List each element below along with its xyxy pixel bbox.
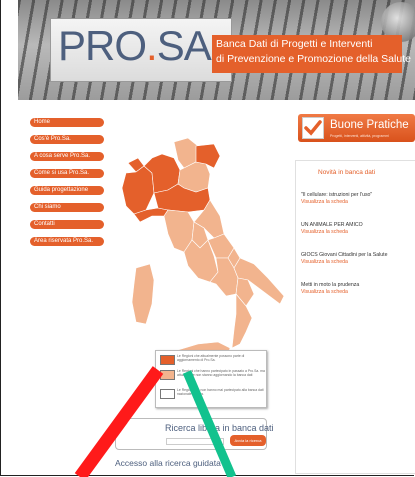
news-item-link[interactable]: Visualizza la scheda [301, 259, 415, 266]
sidebar-item-chi-siamo[interactable]: Chi siamo [30, 203, 104, 212]
news-item-link[interactable]: Visualizza la scheda [301, 229, 415, 236]
legend-swatch-active [160, 355, 175, 365]
news-item: GIOCS Giovani Cittadini per la Salute Vi… [301, 252, 415, 266]
search-input[interactable] [166, 438, 224, 445]
site-logo[interactable]: PRO.SA. [58, 22, 222, 70]
sidebar-item-contatti[interactable]: Contatti [30, 220, 104, 229]
search-title: Ricerca libera in banca dati [165, 423, 274, 433]
sidebar-item-home[interactable]: Home [30, 118, 104, 127]
news-item-title: UN ANIMALE PER AMICO [301, 222, 363, 228]
news-item: "Il cellulare: istruzioni per l'uso" Vis… [301, 192, 415, 206]
news-item-title: GIOCS Giovani Cittadini per la Salute [301, 252, 388, 258]
buone-pratiche-subtitle: Progetti, interventi, attività, programm… [330, 134, 389, 138]
sidebar-item-a-cosa-serve[interactable]: A cosa serve Pro.Sa. [30, 152, 104, 161]
legend-row-past: Le Regioni che hanno partecipato in pass… [160, 369, 265, 381]
header-title-line2: di Prevenzione e Promozione della Salute [216, 53, 411, 65]
logo-prefix: PRO [58, 22, 147, 69]
news-item-title: "Il cellulare: istruzioni per l'uso" [301, 192, 373, 198]
advanced-search-link[interactable]: Accesso alla ricerca guidata [115, 458, 221, 468]
region-piemonte[interactable] [121, 165, 155, 215]
legend-swatch-never [160, 389, 175, 399]
news-item-link[interactable]: Visualizza la scheda [301, 199, 415, 206]
legend-row-active: Le Regioni che attualmente possono parte… [160, 354, 264, 366]
region-calabria[interactable] [231, 293, 253, 349]
logo-dot: . [146, 22, 158, 69]
buone-pratiche-title[interactable]: Buone Pratiche [330, 119, 409, 131]
sidebar-item-guida-progettazione[interactable]: Guida progettazione [30, 186, 104, 195]
sidebar-item-cose-prosa[interactable]: Cos'è Pro.Sa. [30, 135, 104, 144]
news-panel [295, 160, 415, 474]
news-item: Metti in moto la prudenza Visualizza la … [301, 282, 415, 296]
checkmark-icon [302, 117, 324, 139]
news-item-link[interactable]: Visualizza la scheda [301, 289, 415, 296]
sidebar-item-area-riservata[interactable]: Area riservata Pro.Sa. [30, 237, 104, 246]
map-legend: Le Regioni che attualmente possono parte… [155, 350, 267, 408]
legend-swatch-past [160, 370, 175, 380]
news-title: Novità in banca dati [318, 169, 376, 176]
legend-text-past: Le Regioni che hanno partecipato in pass… [177, 369, 265, 377]
region-sardegna[interactable] [131, 263, 155, 325]
news-item-title: Metti in moto la prudenza [301, 282, 360, 288]
legend-row-never: Le Regioni che non hanno mai partecipato… [160, 388, 264, 400]
legend-text-never: Le Regioni che non hanno mai partecipato… [177, 388, 264, 396]
search-button[interactable]: Avvia la ricerca [230, 435, 266, 446]
news-item: UN ANIMALE PER AMICO Visualizza la sched… [301, 222, 415, 236]
header-title-line1: Banca Dati di Progetti e Interventi [216, 38, 373, 50]
legend-text-active: Le Regioni che attualmente possono parte… [177, 354, 245, 362]
sidebar-item-come-si-usa[interactable]: Come si usa Pro.Sa. [30, 169, 104, 178]
sidebar-nav: Home Cos'è Pro.Sa. A cosa serve Pro.Sa. … [30, 118, 104, 254]
